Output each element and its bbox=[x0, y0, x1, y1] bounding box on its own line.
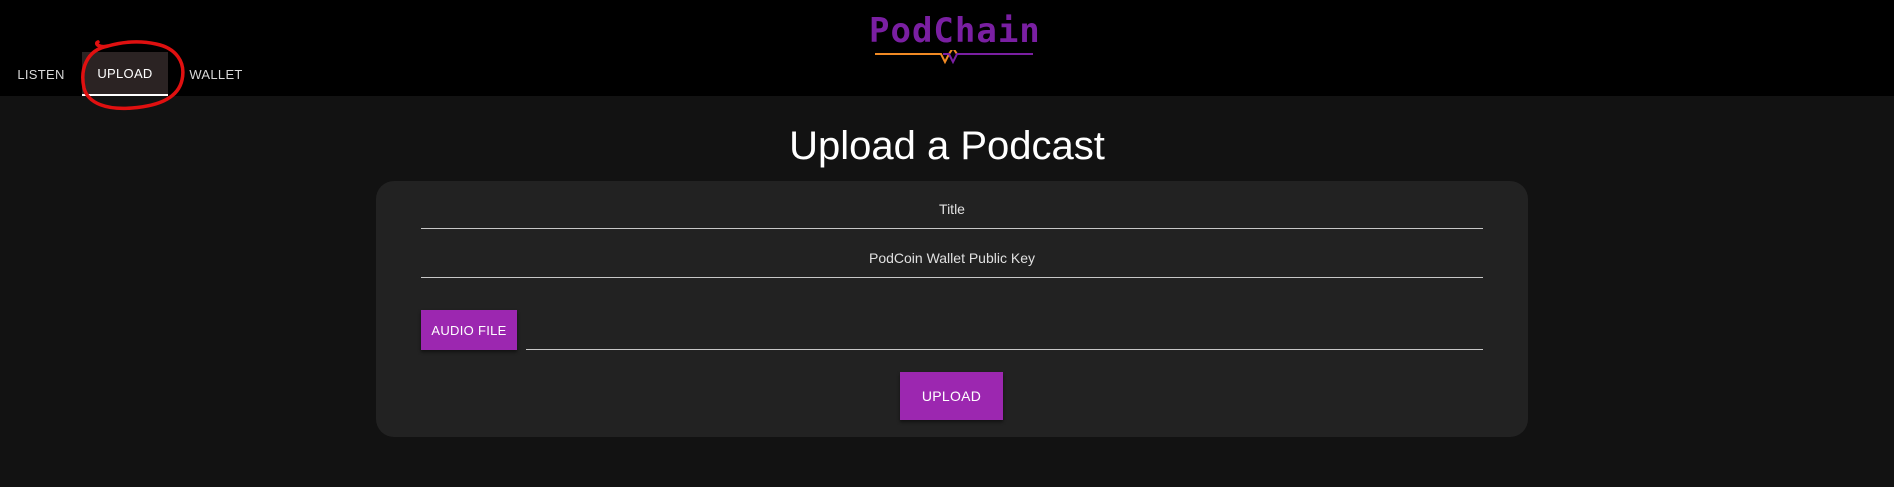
wallet-public-key-input[interactable] bbox=[421, 238, 1483, 277]
tab-listen-label: LISTEN bbox=[17, 66, 65, 82]
tab-upload[interactable]: UPLOAD bbox=[82, 52, 168, 96]
audio-file-name-field bbox=[526, 349, 1483, 350]
tab-wallet-label: WALLET bbox=[189, 66, 243, 82]
title-field-wrapper bbox=[421, 189, 1483, 229]
tab-wallet[interactable]: WALLET bbox=[168, 52, 264, 96]
logo-text: PodChain bbox=[869, 11, 1041, 51]
upload-form-card: AUDIO FILE UPLOAD bbox=[376, 181, 1528, 437]
podchain-logo: PodChain bbox=[869, 10, 1041, 66]
nav-tabs: LISTEN UPLOAD WALLET bbox=[0, 52, 264, 96]
tab-upload-label: UPLOAD bbox=[97, 65, 153, 81]
logo-wave-icon bbox=[875, 50, 1033, 65]
top-app-bar: PodChain LISTEN UPLOAD WALLET bbox=[0, 0, 1894, 111]
title-input[interactable] bbox=[421, 189, 1483, 228]
wallet-key-field-wrapper bbox=[421, 238, 1483, 278]
page-title: Upload a Podcast bbox=[789, 124, 1105, 168]
audio-file-button[interactable]: AUDIO FILE bbox=[421, 310, 517, 350]
upload-submit-button[interactable]: UPLOAD bbox=[900, 372, 1003, 420]
tab-listen[interactable]: LISTEN bbox=[0, 52, 82, 96]
